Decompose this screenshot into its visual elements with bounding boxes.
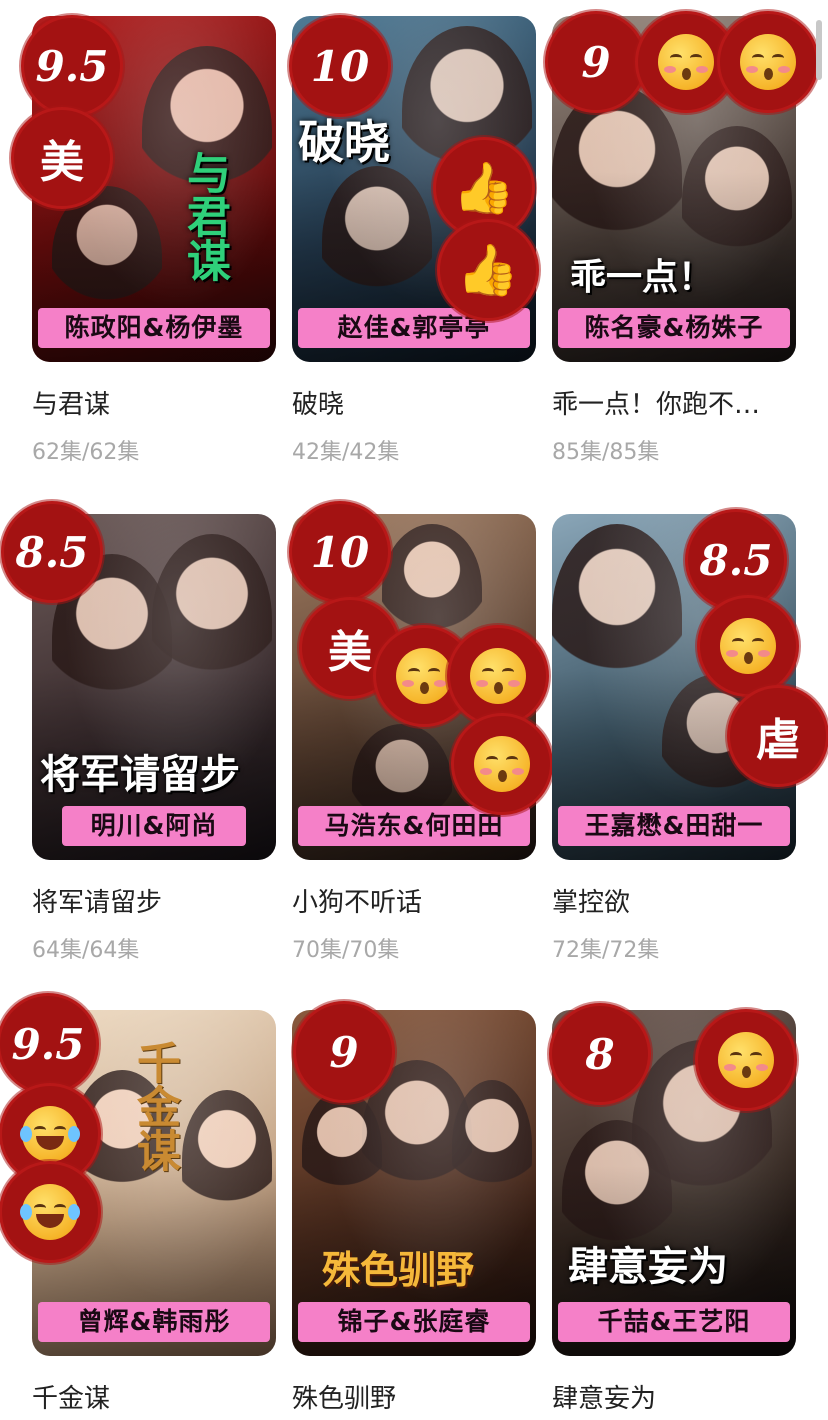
kissing-face-stamp: [454, 716, 550, 812]
actor-names: 陈政阳&杨伊墨: [38, 308, 270, 348]
drama-title[interactable]: 肆意妄为: [552, 1378, 796, 1415]
poster-title: 破晓: [298, 115, 390, 169]
scrollbar[interactable]: [816, 20, 822, 80]
drama-title[interactable]: 小狗不听话: [292, 882, 536, 919]
rating-stamp: 8.5: [688, 512, 784, 608]
actor-names: 千喆&王艺阳: [558, 1302, 790, 1342]
poster-title: 肆意妄为: [568, 1243, 728, 1290]
episode-count: 70集/70集: [292, 938, 400, 963]
kissing-face-icon: [396, 648, 452, 704]
actor-names: 陈名豪&杨姝子: [558, 308, 790, 348]
thumbs-up-stamp: 👍: [440, 222, 536, 318]
actor-names: 明川&阿尚: [62, 806, 246, 846]
drama-title[interactable]: 掌控欲: [552, 882, 796, 919]
rating-stamp: 8.5: [4, 504, 100, 600]
episode-count: 64集/64集: [32, 938, 140, 963]
kissing-face-icon: [470, 648, 526, 704]
kissing-face-stamp: [450, 628, 546, 724]
rating-stamp: 10: [292, 504, 388, 600]
kissing-face-stamp: [720, 14, 816, 110]
kissing-face-icon: [718, 1032, 774, 1088]
poster-title: 殊色驯野: [322, 1247, 475, 1292]
poster-title: 乖一点！: [570, 256, 715, 298]
rating-stamp: 9.5: [0, 996, 96, 1092]
kissing-face-icon: [720, 618, 776, 674]
rating-stamp: 9: [548, 14, 644, 110]
thumbs-up-icon: 👍: [452, 159, 516, 217]
episode-count: 42集/42集: [292, 440, 400, 465]
episode-count: 62集/62集: [32, 440, 140, 465]
episode-count: 72集/72集: [552, 938, 660, 963]
drama-title[interactable]: 乖一点！你跑不…: [552, 384, 796, 421]
thumbs-up-icon: 👍: [456, 241, 520, 299]
actor-names: 王嘉懋&田甜一: [558, 806, 790, 846]
poster-title: 与君谋: [179, 150, 230, 282]
rating-stamp: 9.5: [24, 18, 120, 114]
badge-stamp: 虐: [730, 688, 826, 784]
laughing-face-icon: [20, 1106, 80, 1162]
laughing-face-icon: [20, 1184, 80, 1240]
poster-title: 千金谋: [129, 1040, 180, 1172]
poster-title: 将军请留步: [40, 751, 240, 798]
kissing-face-stamp: [700, 598, 796, 694]
badge-stamp: 美: [14, 110, 110, 206]
kissing-face-icon: [658, 34, 714, 90]
drama-title[interactable]: 千金谋: [32, 1378, 276, 1415]
drama-grid: 与君谋 陈政阳&杨伊墨 与君谋 62集/62集 9.5 美 破晓 赵佳&郭亭亭 …: [0, 0, 828, 1420]
drama-title[interactable]: 破晓: [292, 384, 536, 421]
kissing-face-stamp: [698, 1012, 794, 1108]
drama-title[interactable]: 殊色驯野: [292, 1378, 536, 1415]
episode-count: 85集/85集: [552, 440, 660, 465]
actor-names: 锦子&张庭睿: [298, 1302, 530, 1342]
drama-title[interactable]: 与君谋: [32, 384, 276, 421]
rating-stamp: 8: [552, 1006, 648, 1102]
actor-names: 曾辉&韩雨彤: [38, 1302, 270, 1342]
rating-stamp: 9: [296, 1004, 392, 1100]
drama-title[interactable]: 将军请留步: [32, 882, 276, 919]
actor-names: 马浩东&何田田: [298, 806, 530, 846]
kissing-face-icon: [474, 736, 530, 792]
laughing-face-stamp: [2, 1164, 98, 1260]
rating-stamp: 10: [292, 18, 388, 114]
kissing-face-icon: [740, 34, 796, 90]
